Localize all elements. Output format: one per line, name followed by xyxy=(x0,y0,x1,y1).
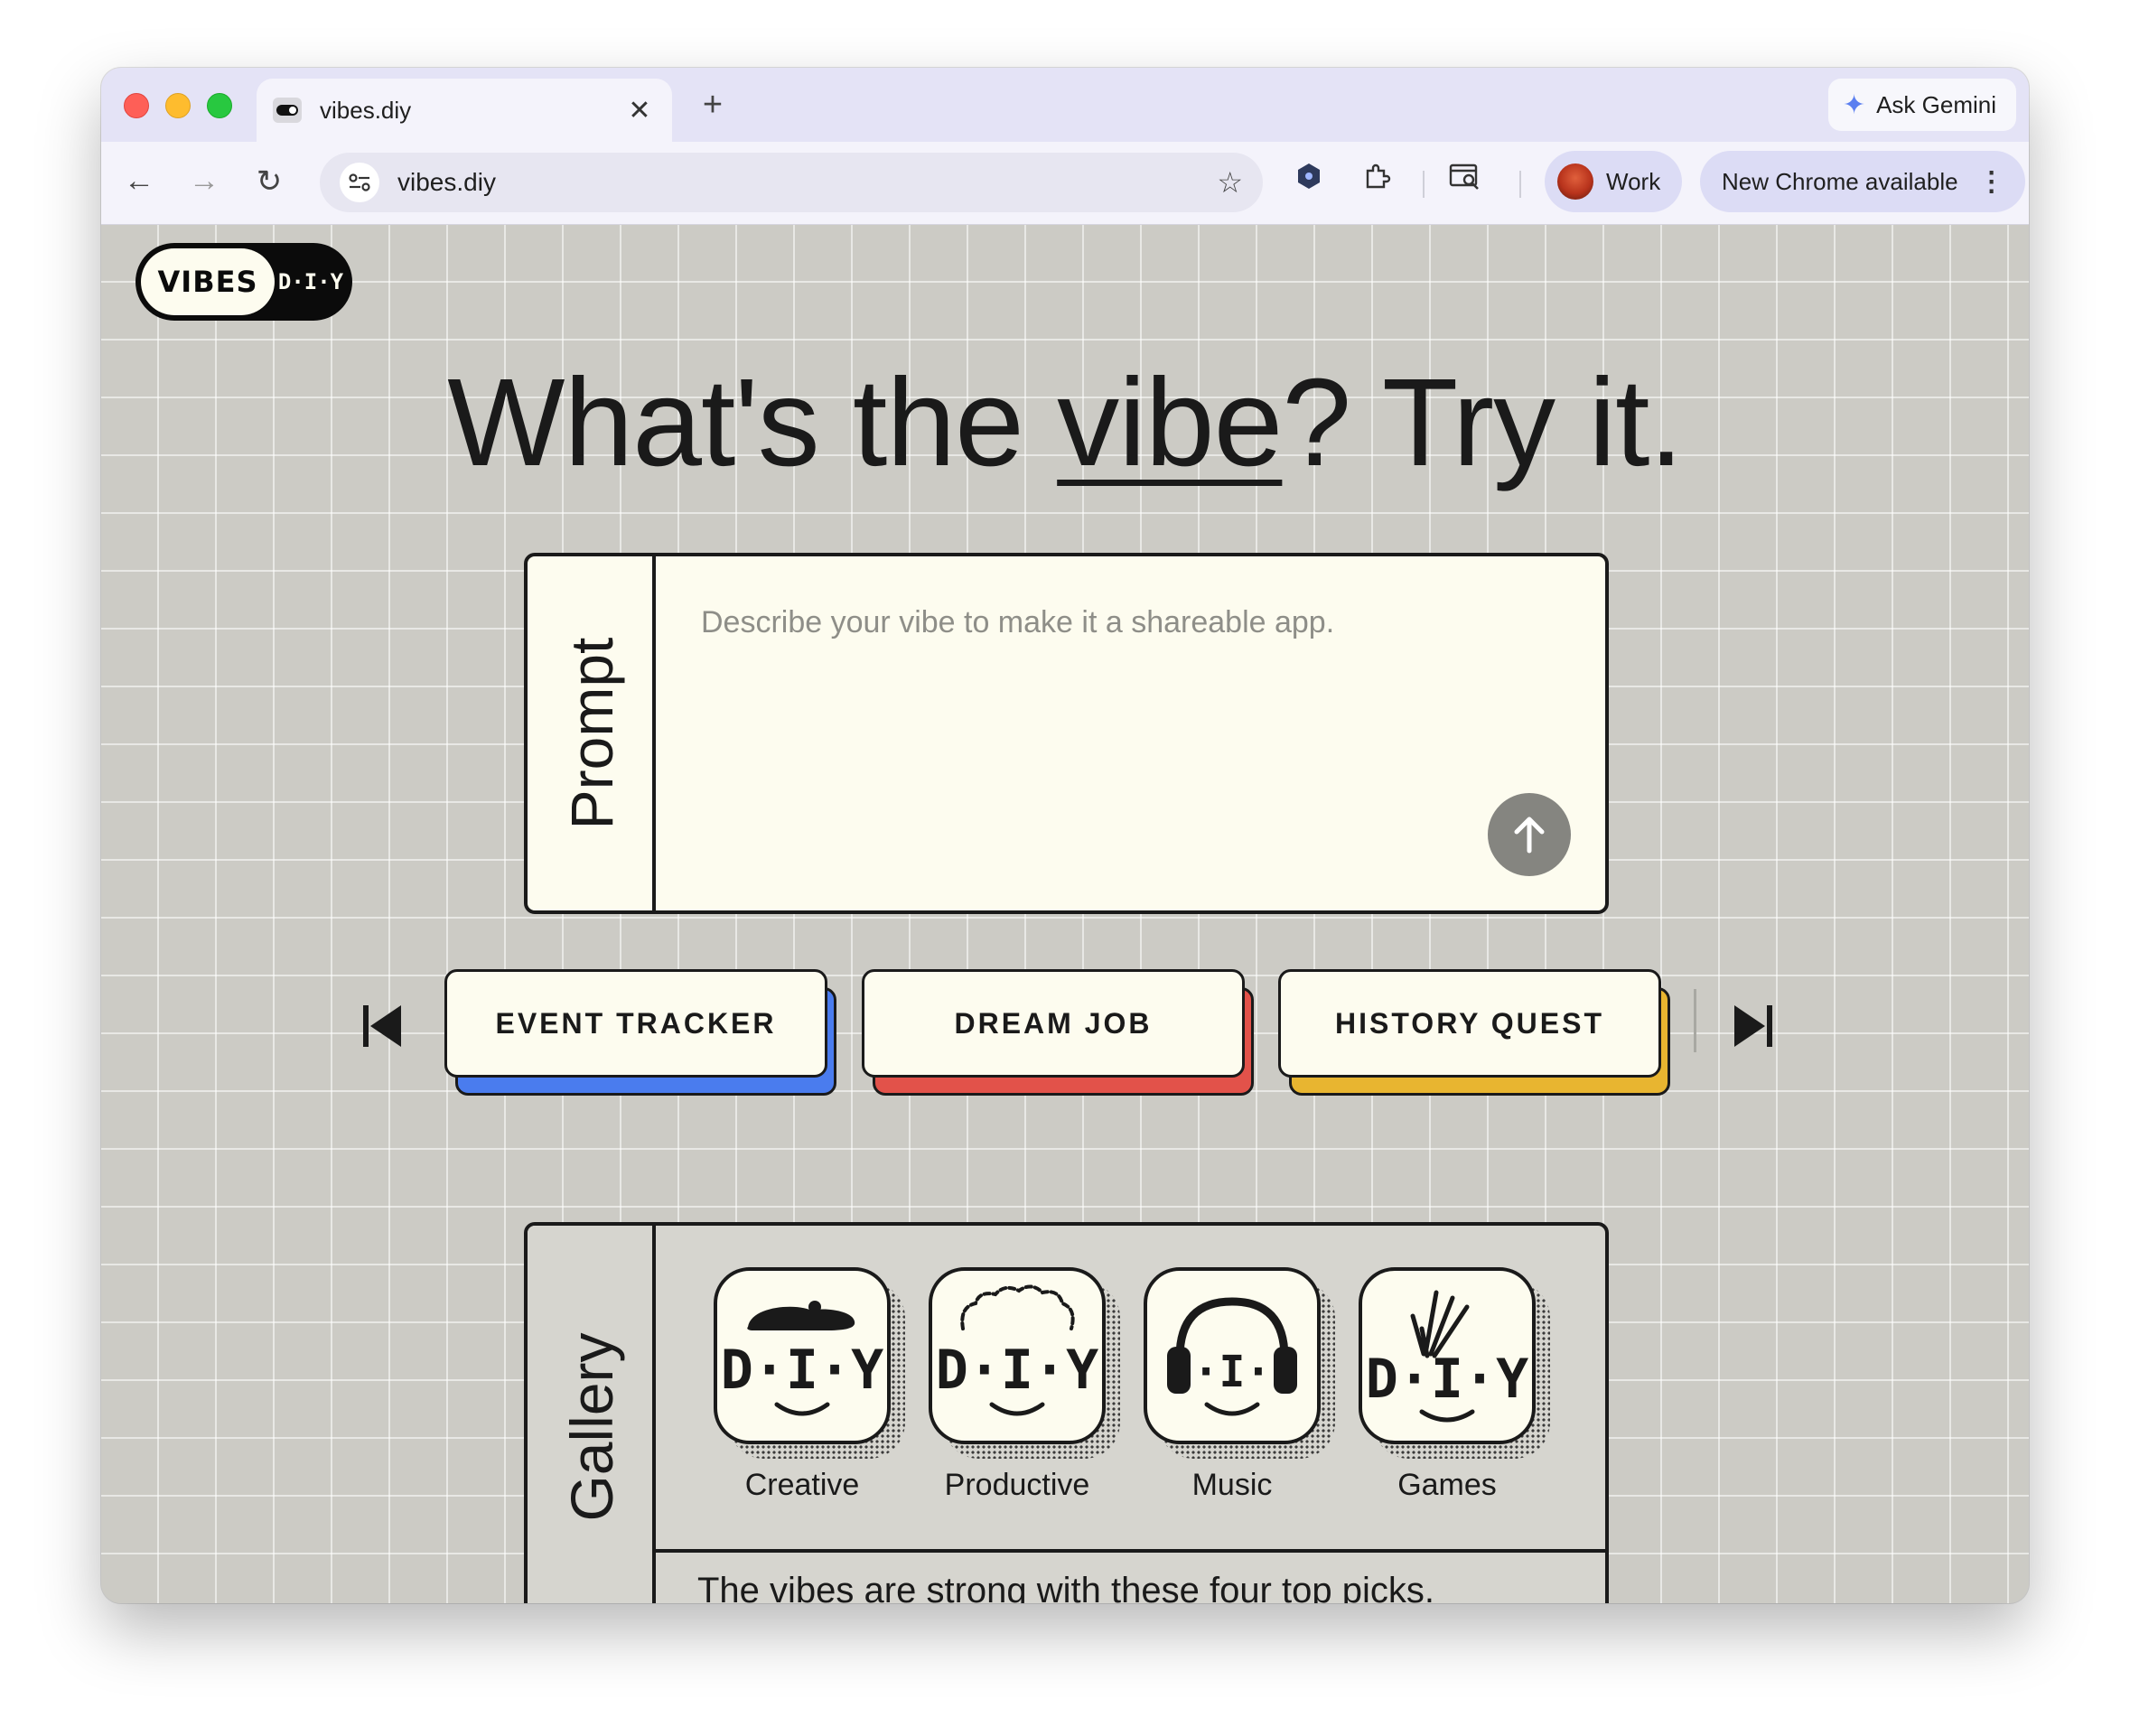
svg-text:D·I·Y: D·I·Y xyxy=(721,1339,884,1402)
gallery-item-productive[interactable]: D·I·Y Productive xyxy=(929,1267,1120,1503)
gallery-side-tab: Gallery xyxy=(528,1226,656,1603)
bookmark-star-icon[interactable]: ☆ xyxy=(1217,165,1243,200)
gallery-item-label: Games xyxy=(1397,1468,1497,1502)
chrome-update-button[interactable]: New Chrome available ⋮ xyxy=(1700,151,2025,212)
wild-hair-face-icon: D·I·Y xyxy=(1359,1267,1536,1444)
chip-label: HISTORY QUEST xyxy=(1278,969,1661,1078)
browser-toolbar: ← → ↻ vibes.diy ☆ Work New Chrome availa… xyxy=(101,142,2029,225)
extension-shield-icon[interactable] xyxy=(1289,162,1329,198)
avatar xyxy=(1557,163,1593,200)
address-bar[interactable]: vibes.diy ☆ xyxy=(320,153,1263,212)
previous-suggestions-button[interactable] xyxy=(354,1000,412,1050)
headline-start: What's the xyxy=(447,353,1058,492)
svg-text:D·I·Y: D·I·Y xyxy=(1366,1348,1529,1411)
prompt-input[interactable] xyxy=(659,556,1605,910)
browser-tab[interactable]: vibes.diy ✕ xyxy=(257,79,672,142)
vibes-diy-logo[interactable]: VIBES D·I·Y xyxy=(135,243,352,321)
tab-strip: vibes.diy ✕ + ✦ Ask Gemini xyxy=(101,68,2029,142)
reload-button[interactable]: ↻ xyxy=(249,163,289,200)
headphones-face-icon: ·I· xyxy=(1144,1267,1321,1444)
gallery-item-music[interactable]: ·I· Music xyxy=(1144,1267,1335,1503)
browser-window: vibes.diy ✕ + ✦ Ask Gemini ← → ↻ vibes.d… xyxy=(101,68,2029,1603)
menu-kebab-icon[interactable]: ⋮ xyxy=(1978,166,2005,198)
next-suggestions-button[interactable] xyxy=(1724,1000,1781,1050)
gallery-item-games[interactable]: D·I·Y Games xyxy=(1359,1267,1550,1503)
toolbar-separator xyxy=(1519,171,1521,198)
new-tab-button[interactable]: + xyxy=(693,86,733,125)
gallery-caption: The vibes are strong with these four top… xyxy=(656,1549,1605,1603)
beret-face-icon: D·I·Y xyxy=(714,1267,891,1444)
chip-label: DREAM JOB xyxy=(862,969,1245,1078)
prompt-side-label: Prompt xyxy=(558,637,625,830)
toolbar-separator xyxy=(1423,171,1425,198)
arrow-up-icon xyxy=(1514,817,1545,854)
chip-row-divider xyxy=(1694,989,1696,1052)
close-window-button[interactable] xyxy=(124,93,149,118)
logo-wordmark: VIBES xyxy=(141,248,275,315)
gallery-item-label: Productive xyxy=(944,1468,1090,1502)
skip-back-icon xyxy=(363,1005,401,1047)
back-button[interactable]: ← xyxy=(119,163,159,199)
gallery-item-label: Creative xyxy=(744,1468,860,1502)
extensions-puzzle-icon[interactable] xyxy=(1357,162,1397,198)
gallery-card: Gallery D·I·Y Creative D·I·Y Productive … xyxy=(524,1222,1609,1603)
logo-diy: D·I·Y xyxy=(277,269,344,294)
suggestion-chip-history-quest[interactable]: HISTORY QUEST xyxy=(1278,969,1670,1099)
ask-gemini-button[interactable]: ✦ Ask Gemini xyxy=(1827,79,2016,131)
profile-button[interactable]: Work xyxy=(1545,151,1683,212)
profile-label: Work xyxy=(1606,167,1661,195)
skip-forward-icon xyxy=(1734,1005,1772,1047)
prompt-side-tab: Prompt xyxy=(528,556,656,910)
favicon-icon xyxy=(273,98,302,123)
send-button[interactable] xyxy=(1488,793,1571,876)
maximize-window-button[interactable] xyxy=(207,93,232,118)
headline-end: ? Try it. xyxy=(1282,353,1683,492)
minimize-window-button[interactable] xyxy=(165,93,191,118)
svg-text:·I·: ·I· xyxy=(1193,1347,1272,1397)
forward-button[interactable]: → xyxy=(184,163,224,199)
tab-search-icon[interactable] xyxy=(1445,162,1485,198)
suggestion-chip-dream-job[interactable]: DREAM JOB xyxy=(862,969,1254,1099)
headline-vibe: vibe xyxy=(1057,353,1283,492)
tab-close-icon[interactable]: ✕ xyxy=(623,95,656,126)
curly-hair-face-icon: D·I·Y xyxy=(929,1267,1106,1444)
gallery-side-label: Gallery xyxy=(558,1332,625,1522)
ask-gemini-label: Ask Gemini xyxy=(1876,90,1996,118)
prompt-card: Prompt xyxy=(524,553,1609,914)
gallery-item-label: Music xyxy=(1191,1468,1273,1502)
site-settings-icon[interactable] xyxy=(340,163,379,202)
suggestion-chip-event-tracker[interactable]: EVENT TRACKER xyxy=(444,969,836,1099)
page-content: VIBES D·I·Y What's the vibe? Try it. Pro… xyxy=(101,225,2029,1603)
page-headline: What's the vibe? Try it. xyxy=(101,351,2029,495)
url-text: vibes.diy xyxy=(397,168,496,196)
chip-label: EVENT TRACKER xyxy=(444,969,827,1078)
svg-text:D·I·Y: D·I·Y xyxy=(936,1339,1099,1402)
tab-title: vibes.diy xyxy=(320,96,412,124)
gallery-item-creative[interactable]: D·I·Y Creative xyxy=(714,1267,905,1503)
gemini-sparkle-icon: ✦ xyxy=(1842,89,1866,120)
update-label: New Chrome available xyxy=(1722,167,1958,195)
